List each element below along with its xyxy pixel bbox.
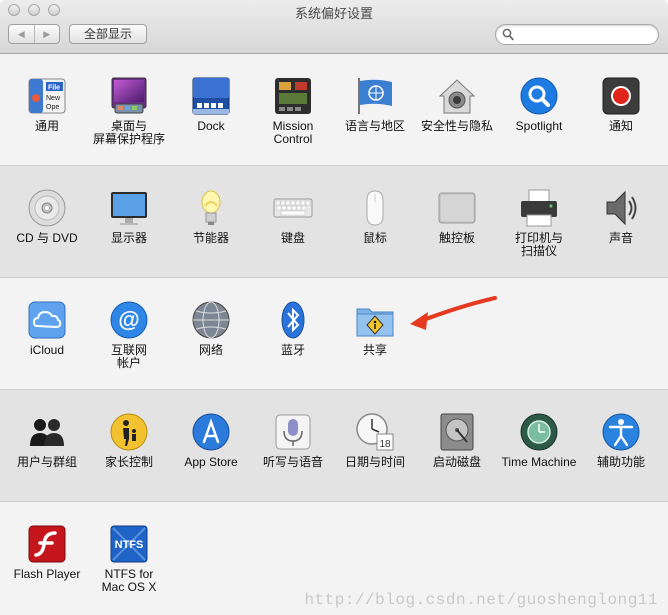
keyboard-icon [273, 198, 313, 218]
pref-label: 打印机与 扫描仪 [514, 231, 563, 258]
un-flag-icon [358, 78, 392, 114]
pref-label: Flash Player [13, 567, 81, 581]
users-icon [30, 419, 64, 446]
search-icon [502, 28, 514, 41]
preferences-row-personal: File New Ope 通用 桌面与 屏幕保护程序 Dock Mission … [0, 54, 668, 166]
mouse-icon [366, 190, 384, 226]
pref-label: iCloud [29, 343, 65, 357]
time-machine-icon [520, 413, 558, 451]
pref-label: 显示器 [110, 231, 147, 245]
pref-label: Time Machine [501, 455, 577, 469]
pref-label: 蓝牙 [280, 343, 305, 357]
preferences-row-system: 用户与群组 家长控制 App Store 听写与语音 18 日期与时间 启动磁盘… [0, 390, 668, 502]
at-sign-icon: @ [110, 301, 148, 339]
house-lock-icon [438, 79, 476, 114]
preferences-row-hardware: CD 与 DVD 显示器 节能器 键盘 鼠标 触控板 打印机与 扫描仪 声音 [0, 166, 668, 278]
dock-icon [192, 77, 230, 115]
pref-label: 声音 [608, 231, 633, 245]
pref-label: 通知 [608, 119, 633, 133]
bluetooth-icon [281, 301, 305, 339]
system-preferences-window: 系统偏好设置 ◀ ▶ 全部显示 File New Ope 通用 桌面与 屏幕保护… [0, 0, 668, 615]
pref-label: 鼠标 [362, 231, 387, 245]
pref-label: 用户与群组 [16, 455, 77, 469]
trackpad-icon [438, 192, 476, 224]
parental-icon [110, 413, 148, 451]
back-button[interactable]: ◀ [9, 25, 35, 43]
lightbulb-icon [201, 190, 221, 225]
pref-label: App Store [184, 455, 238, 469]
pref-label: 听写与语音 [262, 455, 323, 469]
show-all-button[interactable]: 全部显示 [69, 24, 147, 44]
globe-icon [192, 301, 230, 339]
pref-label: NTFS for Mac OS X [101, 567, 157, 594]
pref-label: 共享 [362, 343, 387, 357]
svg-text:NTFS: NTFS [115, 539, 144, 551]
pref-label: 家长控制 [104, 455, 153, 469]
pref-label: 通用 [34, 119, 59, 133]
pref-label: 语言与地区 [344, 119, 405, 133]
clock-calendar-icon: 18 [356, 413, 394, 451]
watermark: http://blog.csdn.net/guoshenglong11 [304, 591, 658, 609]
mission-control-icon [275, 78, 311, 114]
printer-icon [521, 189, 557, 227]
pref-label: 节能器 [192, 231, 229, 245]
pref-label: 网络 [198, 343, 223, 357]
notifications-icon [602, 77, 640, 115]
svg-text:18: 18 [379, 439, 391, 450]
svg-text:New: New [46, 95, 61, 102]
svg-text:@: @ [118, 307, 139, 332]
ntfs-icon: NTFS [110, 525, 148, 563]
hard-disk-icon [440, 413, 474, 451]
desktop-icon [111, 77, 147, 114]
speaker-icon [606, 190, 637, 226]
pref-label: 启动磁盘 [432, 455, 481, 469]
pref-label: 安全性与隐私 [420, 119, 493, 133]
back-forward-group: ◀ ▶ [8, 24, 60, 44]
app-store-icon [192, 413, 230, 451]
pref-label: 日期与时间 [344, 455, 405, 469]
window-title: 系统偏好设置 [294, 6, 373, 21]
cloud-icon [28, 301, 66, 339]
title-bar: 系统偏好设置 ◀ ▶ 全部显示 [0, 0, 668, 54]
pref-label: Mission Control [272, 119, 314, 146]
pref-label: 辅助功能 [596, 455, 645, 469]
microphone-icon [275, 414, 311, 450]
search-field[interactable] [495, 24, 659, 45]
svg-text:Ope: Ope [46, 104, 59, 111]
accessibility-icon [602, 413, 640, 451]
cd-icon [28, 189, 66, 227]
annotation-arrow [410, 296, 497, 330]
sharing-folder-icon [356, 308, 394, 337]
monitor-icon [111, 192, 147, 225]
svg-text:File: File [48, 85, 60, 92]
pref-label: 触控板 [438, 231, 475, 245]
flash-icon [28, 525, 66, 563]
magnifier-icon [520, 77, 558, 115]
pref-label: CD 与 DVD [16, 231, 78, 245]
pref-label: Spotlight [515, 119, 563, 133]
pref-label: 桌面与 屏幕保护程序 [92, 119, 165, 146]
search-input[interactable] [518, 27, 652, 43]
preferences-row-internet: iCloud @ 互联网 帐户 网络 蓝牙 共享 [0, 278, 668, 390]
general-icon: File New Ope [28, 78, 66, 114]
pref-label: Dock [197, 119, 225, 133]
pref-label: 键盘 [280, 231, 305, 245]
pref-label: 互联网 帐户 [110, 343, 147, 370]
forward-button[interactable]: ▶ [35, 25, 60, 43]
